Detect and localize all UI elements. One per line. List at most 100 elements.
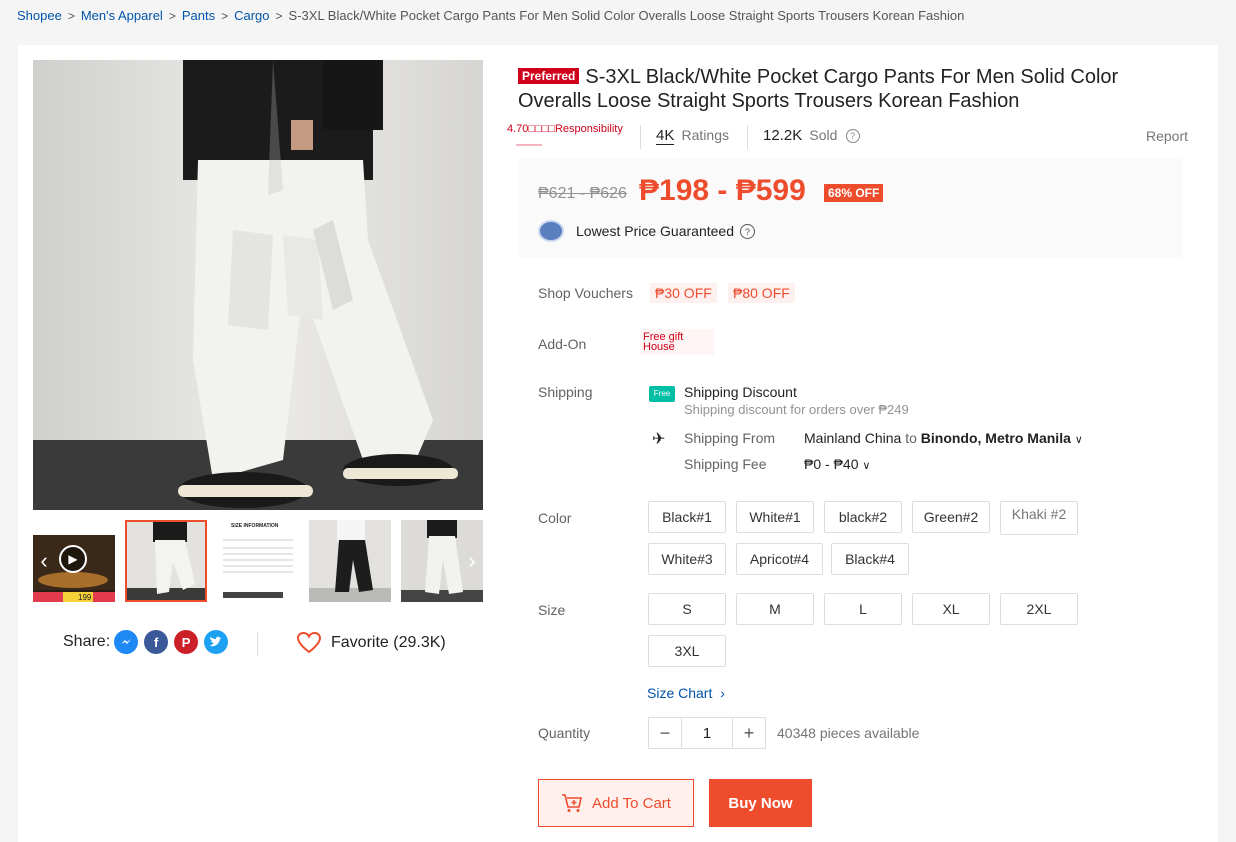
help-circle-icon[interactable]: ? (740, 224, 755, 239)
quantity-available: 40348 pieces available (777, 725, 920, 741)
stats-divider (640, 125, 641, 149)
color-option-black2[interactable]: black#2 (824, 501, 902, 533)
voucher-80[interactable]: ₱80 OFF (728, 283, 795, 303)
addon-free-gift[interactable]: Free gift House (640, 329, 714, 355)
size-option-2xl[interactable]: 2XL (1000, 593, 1078, 625)
shipping-from-label: Shipping From (684, 430, 776, 446)
share-section: Share: f P (63, 630, 229, 654)
breadcrumb-link-mens-apparel[interactable]: Men's Apparel (81, 8, 163, 23)
carousel-next-button[interactable]: › (461, 550, 483, 572)
pinterest-icon[interactable]: P (174, 630, 199, 654)
minus-icon[interactable]: − (648, 717, 682, 749)
size-option-l[interactable]: L (824, 593, 902, 625)
product-stats: 4.70□□□□Responsibility 4K Ratings 12.2K … (507, 123, 1188, 153)
favorite-button[interactable]: Favorite (29.3K) (296, 631, 446, 655)
free-shipping-truck-icon: Free (649, 386, 675, 402)
sold-label: Sold (809, 127, 838, 143)
size-option-m[interactable]: M (736, 593, 814, 625)
color-option-white1[interactable]: White#1 (736, 501, 814, 533)
help-circle-icon[interactable]: ? (845, 129, 860, 143)
rating-text[interactable]: 4.70□□□□Responsibility (507, 123, 623, 135)
add-to-cart-label: Add To Cart (592, 794, 671, 812)
messenger-icon[interactable] (114, 630, 139, 654)
cart-plus-icon (562, 794, 583, 812)
thumbnail-promo-text: 199 (78, 593, 92, 602)
current-price: ₱198 - ₱599 (639, 174, 806, 207)
preferred-badge: Preferred (518, 68, 580, 84)
breadcrumb-link-shopee[interactable]: Shopee (17, 8, 62, 23)
sold-count: 12.2K (763, 127, 803, 144)
color-option-black4[interactable]: Black#4 (831, 543, 909, 575)
thumbnail-strip: 199 ▶ ‹ SIZE INFORMATION › (33, 520, 483, 602)
share-divider (257, 632, 258, 656)
size-option-3xl[interactable]: 3XL (648, 635, 726, 667)
shipping-discount-title: Shipping Discount (684, 384, 797, 400)
size-option-s[interactable]: S (648, 593, 726, 625)
guarantee-text: Lowest Price Guaranteed (576, 223, 734, 239)
color-option-black1[interactable]: Black#1 (648, 501, 726, 533)
plus-icon[interactable]: + (732, 717, 766, 749)
pants-photo (33, 60, 483, 510)
thumbnail-3[interactable] (309, 520, 391, 602)
main-product-image[interactable] (33, 60, 483, 510)
product-title-text: S-3XL Black/White Pocket Cargo Pants For… (518, 66, 1119, 112)
breadcrumb-link-pants[interactable]: Pants (182, 8, 215, 23)
rating-underline (516, 144, 542, 146)
color-label: Color (538, 510, 572, 526)
chevron-right-icon: › (720, 685, 725, 701)
shipping-fee-label: Shipping Fee (684, 456, 767, 472)
heart-icon (296, 631, 322, 654)
thumbnail-1[interactable] (125, 520, 207, 602)
breadcrumb-current: S-3XL Black/White Pocket Cargo Pants For… (288, 8, 965, 23)
color-option-apricot4[interactable]: Apricot#4 (736, 543, 823, 575)
chevron-right-icon: > (221, 9, 229, 23)
add-to-cart-button[interactable]: Add To Cart (538, 779, 694, 827)
facebook-icon[interactable]: f (144, 630, 169, 654)
breadcrumb-link-cargo[interactable]: Cargo (234, 8, 269, 23)
product-card: 199 ▶ ‹ SIZE INFORMATION › Share: f P Fa… (18, 45, 1218, 842)
shipping-fee[interactable]: ₱0 - ₱40 ∨ (804, 456, 870, 472)
twitter-icon[interactable] (204, 630, 229, 654)
shipping-to-word: to (905, 430, 917, 446)
discount-badge: 68% OFF (824, 184, 884, 202)
quantity-label: Quantity (538, 725, 591, 741)
price-section: ₱621 - ₱626 ₱198 - ₱599 68% OFF Lowest P… (518, 159, 1183, 257)
size-label: Size (538, 602, 566, 618)
shipping-route[interactable]: Mainland China to Binondo, Metro Manila … (804, 430, 1083, 446)
size-chart-label: Size Chart (647, 685, 713, 701)
chevron-right-icon: > (275, 9, 283, 23)
color-option-khaki2[interactable]: Khaki #2 (1000, 501, 1078, 535)
size-option-xl[interactable]: XL (912, 593, 990, 625)
guarantee-badge-icon (538, 220, 564, 242)
shipping-fee-value: ₱0 - ₱40 (804, 456, 859, 472)
thumbnail-size-info[interactable]: SIZE INFORMATION (217, 520, 299, 602)
voucher-30[interactable]: ₱30 OFF (650, 283, 717, 303)
chevron-right-icon: > (67, 9, 75, 23)
play-icon[interactable]: ▶ (59, 545, 87, 573)
original-price: ₱621 - ₱626 (538, 185, 627, 202)
share-label: Share: (63, 633, 111, 650)
sold-stat: 12.2K Sold ? (763, 127, 860, 144)
report-link[interactable]: Report (1146, 128, 1188, 144)
ratings-label: Ratings (681, 127, 729, 143)
ratings-stat[interactable]: 4K Ratings (656, 127, 729, 145)
chevron-right-icon: > (168, 9, 176, 23)
plane-icon: ✈ (652, 431, 666, 448)
breadcrumb: Shopee > Men's Apparel > Pants > Cargo > S-3XL B… (17, 8, 964, 23)
quantity-stepper: − 1 + (648, 717, 766, 749)
ratings-count: 4K (656, 127, 675, 145)
vouchers-label: Shop Vouchers (538, 285, 633, 301)
product-title: Preferred S-3XL Black/White Pocket Cargo … (518, 65, 1178, 113)
addon-line2: House (643, 341, 675, 353)
buy-now-button[interactable]: Buy Now (709, 779, 812, 827)
color-option-white3[interactable]: White#3 (648, 543, 726, 575)
carousel-prev-button[interactable]: ‹ (33, 550, 55, 572)
size-chart-link[interactable]: Size Chart › (647, 685, 725, 701)
thumbnail-size-info-title: SIZE INFORMATION (231, 523, 279, 529)
favorite-label: Favorite (29.3K) (331, 634, 446, 651)
chevron-down-icon: ∨ (1074, 434, 1083, 446)
shipping-label: Shipping (538, 384, 593, 400)
shipping-from-value: Mainland China (804, 430, 902, 446)
color-option-green2[interactable]: Green#2 (912, 501, 990, 533)
quantity-input[interactable]: 1 (682, 717, 732, 749)
